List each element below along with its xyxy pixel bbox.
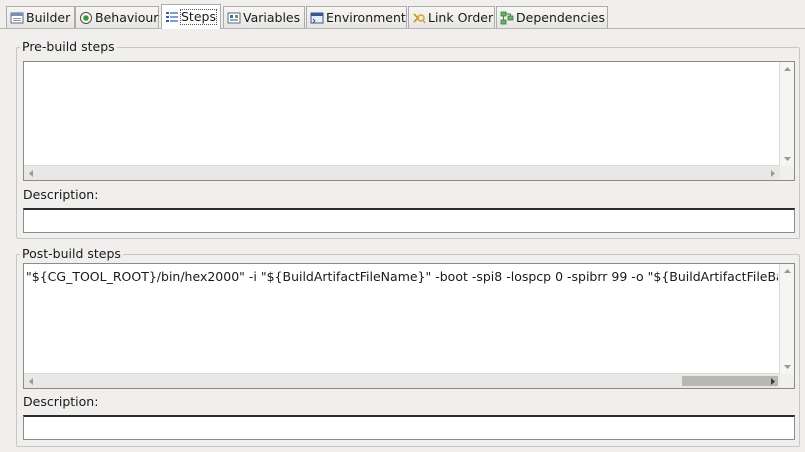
tab-dependencies-label: Dependencies	[516, 9, 605, 25]
tab-link-order[interactable]: Link Order	[408, 6, 495, 28]
variables-icon	[227, 12, 241, 23]
scroll-right-arrow-icon[interactable]	[766, 166, 780, 180]
editor-tab-bar: Builder Behaviour Steps Variables Enviro…	[0, 0, 805, 29]
pre-build-command-textarea[interactable]	[23, 61, 795, 181]
scroll-left-arrow-icon[interactable]	[24, 374, 38, 388]
post-build-description-input[interactable]	[23, 415, 795, 440]
tab-variables[interactable]: Variables	[223, 6, 305, 28]
environment-icon	[310, 12, 324, 23]
tab-behaviour-label: Behaviour	[95, 9, 159, 25]
tab-environment-label: Environment	[326, 9, 406, 25]
scroll-right-arrow-icon[interactable]	[766, 374, 780, 388]
dependencies-icon	[500, 11, 514, 24]
scroll-left-arrow-icon[interactable]	[24, 166, 38, 180]
horizontal-scroll-thumb[interactable]	[682, 376, 778, 386]
scroll-up-arrow-icon[interactable]	[780, 62, 794, 76]
scroll-down-arrow-icon[interactable]	[780, 152, 794, 166]
scroll-down-arrow-icon[interactable]	[780, 360, 794, 374]
post-build-description-label: Description:	[23, 394, 99, 409]
tab-steps[interactable]: Steps	[161, 4, 221, 29]
steps-icon	[166, 12, 178, 22]
tab-link-order-label: Link Order	[428, 9, 494, 25]
tab-environment[interactable]: Environment	[306, 6, 407, 28]
pre-build-steps-title: Pre-build steps	[20, 39, 117, 55]
link-order-icon	[413, 12, 426, 23]
tab-dependencies[interactable]: Dependencies	[496, 6, 608, 28]
pre-build-horizontal-scrollbar[interactable]	[24, 165, 780, 180]
post-build-vertical-scrollbar[interactable]	[779, 264, 794, 374]
post-build-horizontal-scrollbar[interactable]	[24, 373, 780, 388]
tab-steps-label: Steps	[180, 9, 217, 25]
builder-icon	[10, 12, 24, 23]
scrollbar-corner	[780, 166, 794, 180]
tab-builder-label: Builder	[26, 9, 71, 25]
scroll-up-arrow-icon[interactable]	[780, 264, 794, 278]
scrollbar-corner	[780, 374, 794, 388]
tab-variables-label: Variables	[243, 9, 301, 25]
tab-builder[interactable]: Builder	[6, 6, 75, 28]
tab-behaviour[interactable]: Behaviour	[75, 6, 159, 28]
post-build-command-text: "${CG_TOOL_ROOT}/bin/hex2000" -i "${Buil…	[26, 269, 778, 284]
pre-build-vertical-scrollbar[interactable]	[779, 62, 794, 166]
pre-build-description-input[interactable]	[23, 208, 795, 233]
behaviour-icon	[80, 11, 92, 24]
pre-build-description-label: Description:	[23, 187, 99, 202]
post-build-command-textarea[interactable]: "${CG_TOOL_ROOT}/bin/hex2000" -i "${Buil…	[23, 263, 795, 389]
post-build-steps-title: Post-build steps	[20, 246, 123, 262]
